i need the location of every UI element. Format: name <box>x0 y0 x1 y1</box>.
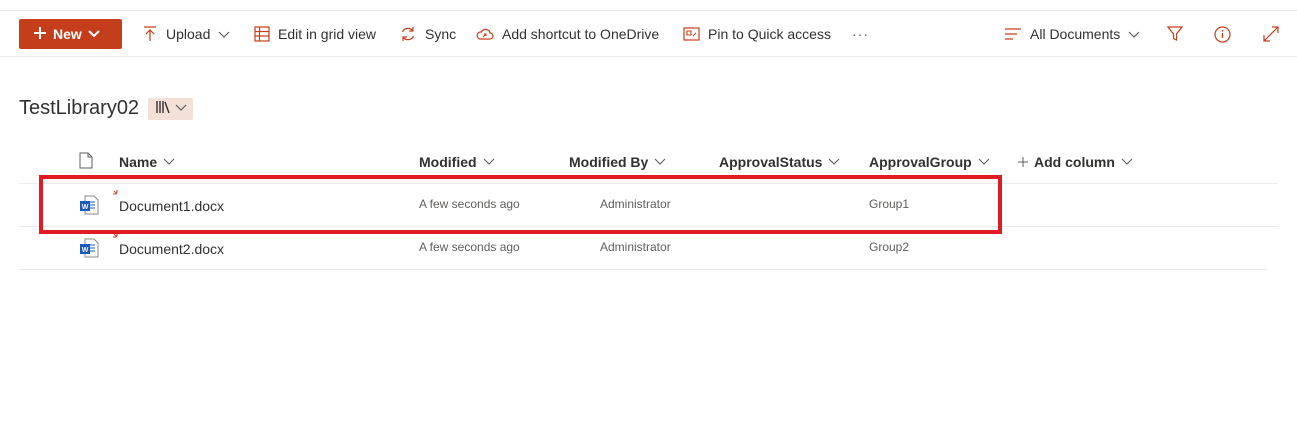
upload-label: Upload <box>166 26 211 42</box>
highlight-box <box>39 175 1002 234</box>
info-button[interactable] <box>1214 11 1231 57</box>
sync-button[interactable]: Sync <box>400 11 456 57</box>
pin-quick-access-button[interactable]: Pin to Quick access <box>683 11 831 57</box>
pin-quick-access-label: Pin to Quick access <box>708 26 831 42</box>
chevron-down-icon <box>828 154 840 170</box>
modified-cell: A few seconds ago <box>419 240 520 254</box>
edit-grid-view-label: Edit in grid view <box>278 26 377 42</box>
add-column-button[interactable]: Add column <box>1018 150 1133 174</box>
new-button[interactable]: New <box>19 19 122 49</box>
approval-group-cell: Group2 <box>869 240 910 254</box>
chevron-down-icon <box>978 154 990 170</box>
add-shortcut-button[interactable]: Add shortcut to OneDrive <box>476 11 659 57</box>
chevron-down-icon <box>218 28 230 40</box>
document-icon <box>79 152 93 172</box>
sync-label: Sync <box>425 26 457 42</box>
column-header-modified-by-label: Modified By <box>569 154 649 170</box>
column-header-approval-group[interactable]: ApprovalGroup <box>869 150 990 174</box>
more-options-label: ··· <box>852 26 869 42</box>
chevron-down-icon <box>483 154 495 170</box>
column-header-approval-status[interactable]: ApprovalStatus <box>719 150 840 174</box>
column-header-approval-status-label: ApprovalStatus <box>719 154 823 170</box>
expand-button[interactable] <box>1263 11 1279 57</box>
library-title: TestLibrary02 <box>19 97 140 119</box>
chevron-down-icon <box>163 154 175 170</box>
expand-icon <box>1263 26 1279 42</box>
chevron-down-icon <box>1121 154 1133 170</box>
filter-icon <box>1167 26 1183 42</box>
column-header-modified-by[interactable]: Modified By <box>569 150 666 174</box>
view-selector-label: All Documents <box>1030 26 1121 42</box>
column-header-modified[interactable]: Modified <box>419 150 495 174</box>
column-header-name-label: Name <box>119 154 158 170</box>
column-header-approval-group-label: ApprovalGroup <box>869 154 972 170</box>
file-type-column-header[interactable] <box>79 150 93 174</box>
chevron-down-icon <box>654 154 666 170</box>
view-lines-icon <box>1004 27 1022 41</box>
upload-button[interactable]: Upload <box>142 11 230 57</box>
library-books-icon <box>155 100 171 119</box>
grid-icon <box>254 26 270 42</box>
row-divider <box>19 269 1267 270</box>
sync-icon <box>400 26 417 42</box>
word-document-icon: W <box>80 238 99 258</box>
column-header-name[interactable]: Name <box>119 150 175 174</box>
more-options-button[interactable]: ··· <box>852 11 869 57</box>
upload-icon <box>142 26 158 42</box>
chevron-down-icon <box>175 100 187 118</box>
add-column-label: Add column <box>1034 154 1115 170</box>
pin-icon <box>683 26 700 42</box>
info-icon <box>1214 25 1231 43</box>
plus-icon <box>33 26 47 43</box>
column-header-modified-label: Modified <box>419 154 477 170</box>
filter-button[interactable] <box>1167 11 1183 57</box>
new-button-label: New <box>53 26 82 42</box>
file-name-link[interactable]: Document2.docx <box>119 241 224 257</box>
library-view-switcher[interactable] <box>148 98 193 120</box>
add-shortcut-label: Add shortcut to OneDrive <box>502 26 660 42</box>
edit-grid-view-button[interactable]: Edit in grid view <box>254 11 376 57</box>
command-bar: New Upload Edit in grid view Sync Add sh… <box>0 10 1297 57</box>
chevron-down-icon <box>1128 28 1140 40</box>
plus-icon <box>1018 154 1028 170</box>
view-selector[interactable]: All Documents <box>1004 11 1140 57</box>
cloud-shortcut-icon <box>476 26 494 42</box>
new-item-sparkle-icon <box>113 233 118 238</box>
chevron-down-icon <box>88 26 100 42</box>
modified-by-cell[interactable]: Administrator <box>600 240 671 254</box>
svg-text:W: W <box>82 247 89 254</box>
